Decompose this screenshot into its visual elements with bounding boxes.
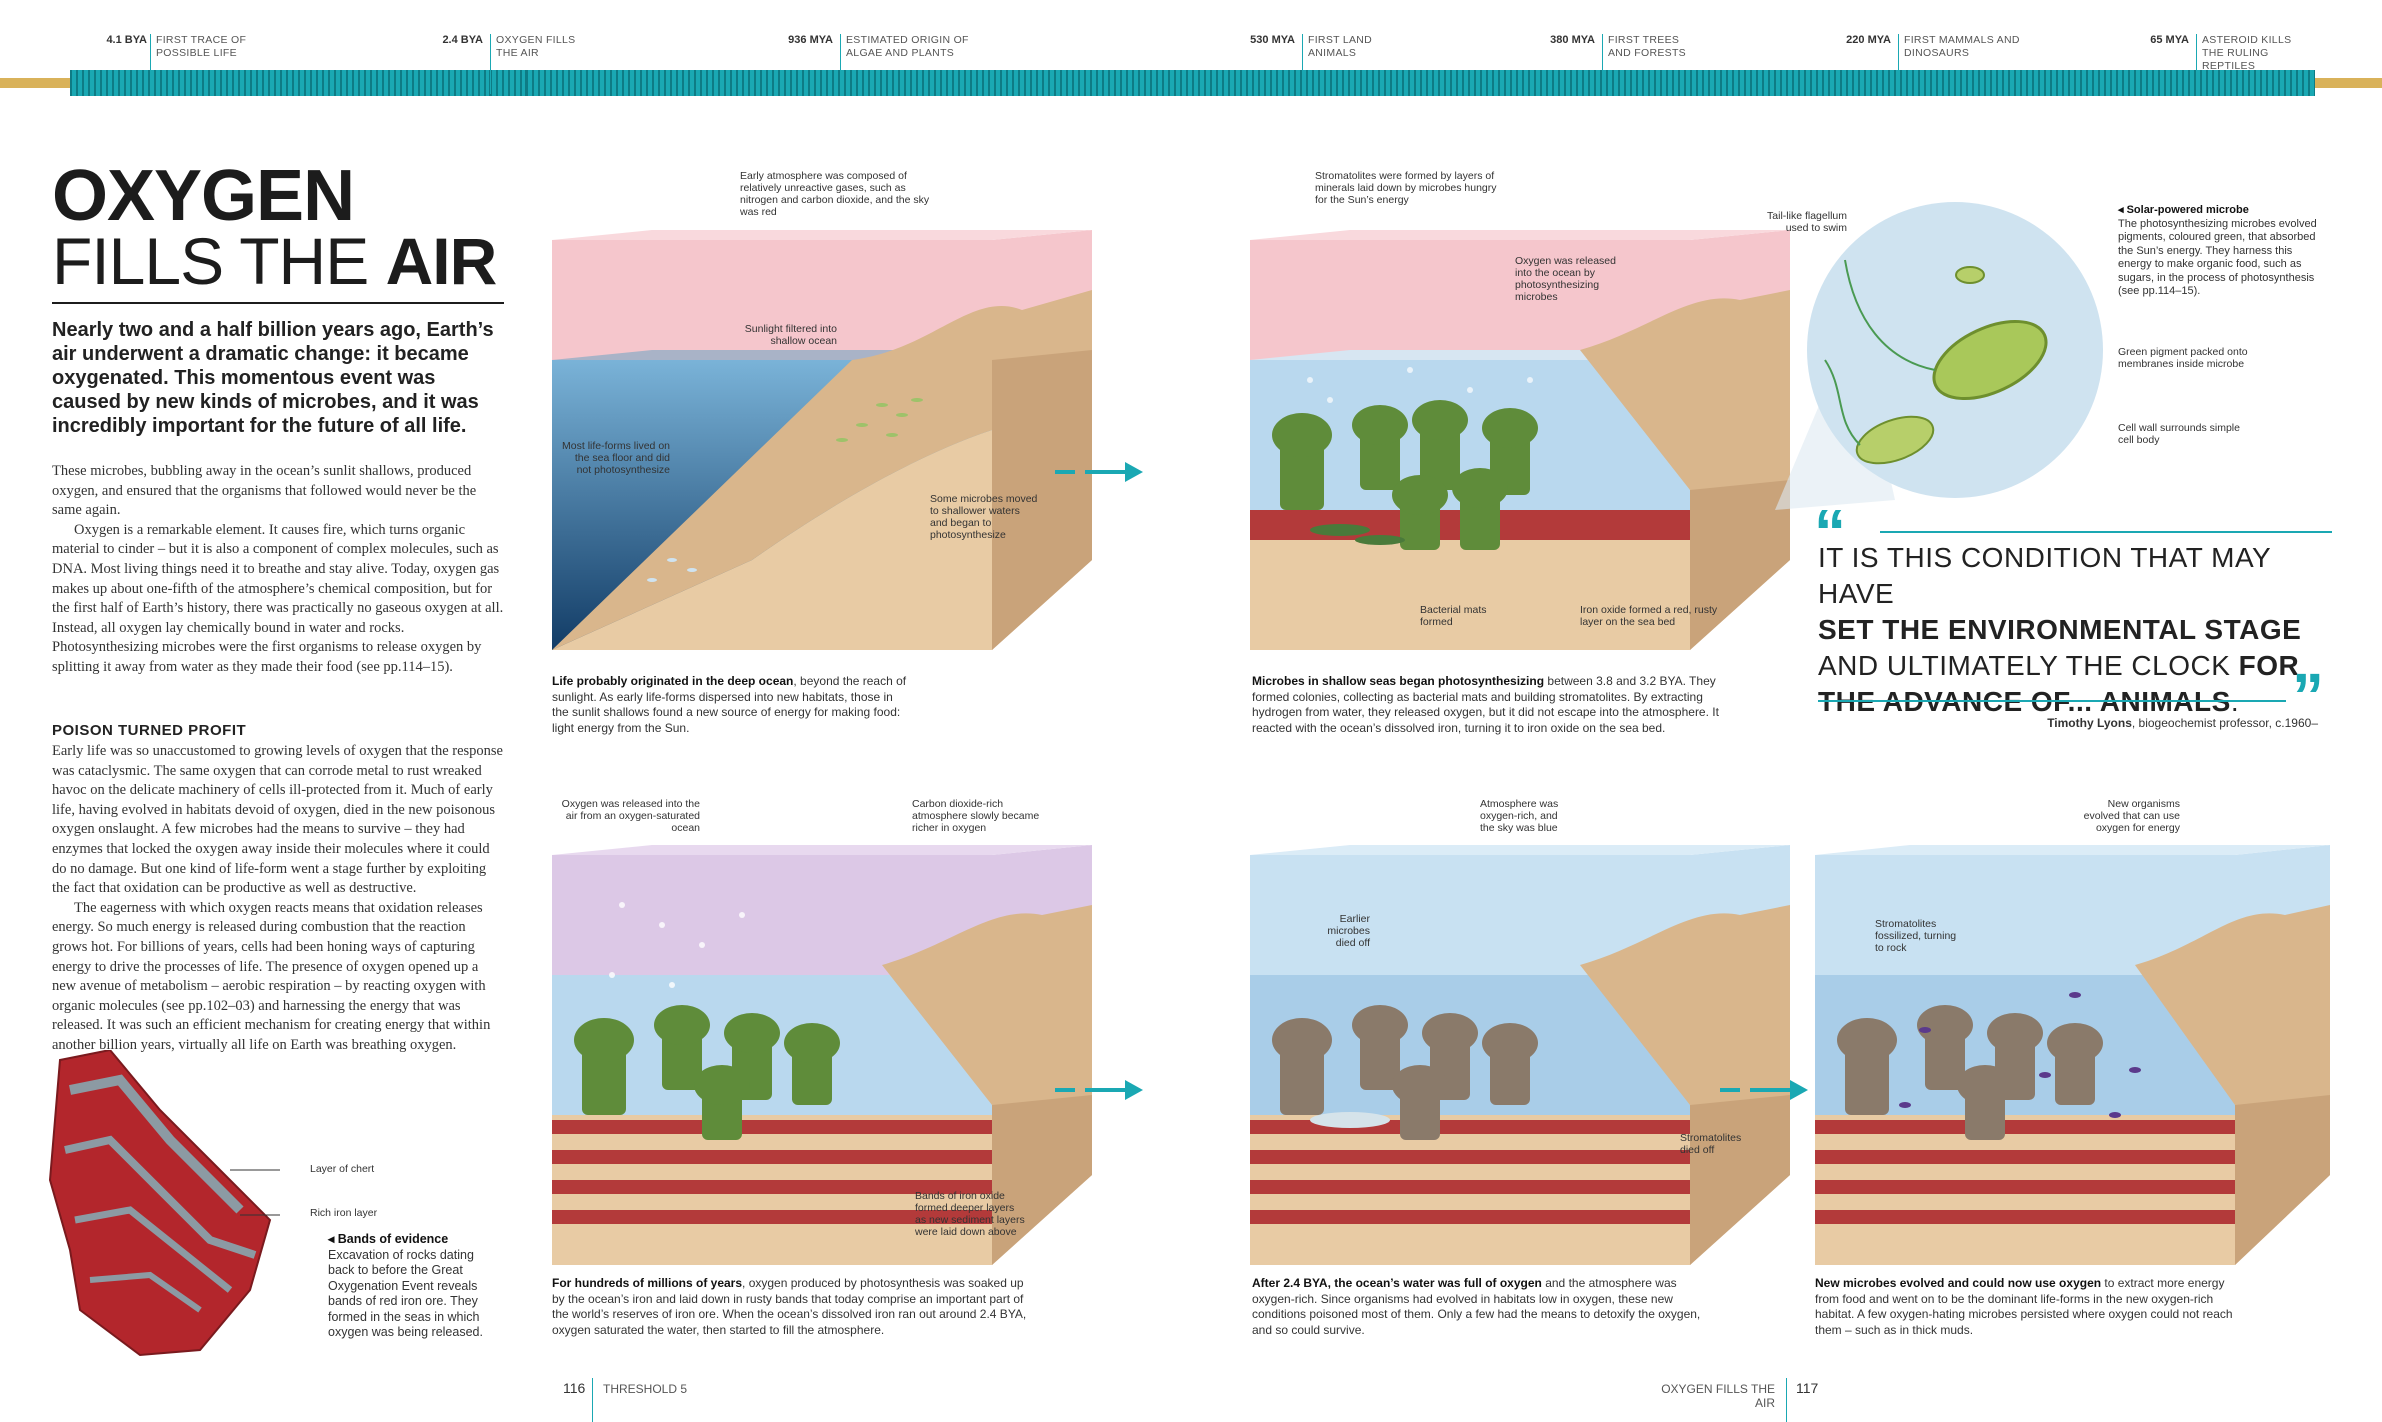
quote-span: FOR <box>2238 650 2300 681</box>
body-paragraph: These microbes, bubbling away in the oce… <box>52 463 477 519</box>
caption-bold: New microbes evolved and could now use o… <box>1815 1276 2102 1290</box>
timeline-tick <box>1602 34 1603 94</box>
timeline-tick <box>150 34 151 94</box>
panel5-caption: New microbes evolved and could now use o… <box>1815 1276 2235 1338</box>
timeline-bar <box>0 70 2382 96</box>
timeline-label: FIRST LAND ANIMALS <box>1308 34 1373 59</box>
quote-line: IT IS THIS CONDITION THAT MAY HAVE <box>1818 542 2271 609</box>
page-title-line2: FILLS THE AIR <box>52 228 497 294</box>
timeline-date: 936 MYA <box>788 34 833 46</box>
panel5-ann-fossil: Stromatolites fossilized, turning to roc… <box>1875 918 1957 954</box>
arrow-right-icon <box>1055 462 1143 482</box>
microbe-caption: ◂ Solar-powered microbe The photosynthes… <box>2118 204 2328 299</box>
panel1-ann-deep: Most life-forms lived on the sea floor a… <box>562 440 670 476</box>
body-paragraph: The eagerness with which oxygen reacts m… <box>52 899 491 1053</box>
caption-bold: Microbes in shallow seas began photosynt… <box>1252 674 1545 688</box>
arrow-right-icon <box>1055 1080 1143 1100</box>
panel4-ann-died: Earlier microbes died off <box>1327 913 1370 949</box>
quote-attribution: Timothy Lyons, biogeochemist professor, … <box>1818 716 2318 730</box>
timeline-label: ASTEROID KILLS THE RULING REPTILES <box>2202 34 2292 72</box>
panel2-caption: Microbes in shallow seas began photosynt… <box>1252 674 1742 736</box>
microbe-ann-wall: Cell wall surrounds simple cell body <box>2118 422 2240 446</box>
microbe-caption-text: The photosynthesizing microbes evolved p… <box>2118 217 2317 298</box>
timeline-date: 380 MYA <box>1550 34 1595 46</box>
title-bold: AIR <box>385 224 498 298</box>
microbe-ann-flagellum: Tail-like flagellum used to swim <box>1767 210 1847 234</box>
banded-iron-rock-illustration <box>48 1050 280 1357</box>
microbe-caption-title: ◂ Solar-powered microbe <box>2118 204 2249 216</box>
microbe-magnified-illustration <box>1775 202 2103 510</box>
panel1-caption: Life probably originated in the deep oce… <box>552 674 912 736</box>
quote-role: , biogeochemist professor, c.1960– <box>2131 716 2318 730</box>
rock-label-chert: Layer of chert <box>310 1163 375 1175</box>
quote-line: SET THE ENVIRONMENTAL STAGE <box>1818 614 2302 645</box>
footer-divider <box>1786 1378 1787 1422</box>
title-light: FILLS THE <box>52 224 386 298</box>
footer-section-left: THRESHOLD 5 <box>603 1382 688 1396</box>
page-title-line1: OXYGEN <box>52 156 355 236</box>
timeline-tick <box>840 34 841 94</box>
panel2-ann-stromatolites: Stromatolites were formed by layers of m… <box>1315 170 1497 206</box>
page-number-right: 117 <box>1796 1380 1819 1396</box>
microbe-ann-pigment: Green pigment packed onto membranes insi… <box>2118 346 2248 370</box>
body-text-2: Early life was so unaccustomed to growin… <box>52 742 504 1056</box>
timeline-date: 65 MYA <box>2150 34 2189 46</box>
panel1-ann-sunlight: Sunlight filtered into shallow ocean <box>744 323 837 347</box>
timeline-label: ESTIMATED ORIGIN OF ALGAE AND PLANTS <box>846 34 969 59</box>
panel4-ann-sky: Atmosphere was oxygen-rich, and the sky … <box>1480 798 1559 834</box>
panel3-ann-bands: Bands of iron oxide formed deeper layers… <box>915 1190 1025 1238</box>
subheading: POISON TURNED PROFIT <box>52 722 247 739</box>
caption-bold: Life probably originated in the deep oce… <box>552 674 794 688</box>
panel2-ann-iron: Iron oxide formed a red, rusty layer on … <box>1580 604 1718 628</box>
panel3-ann-co2: Carbon dioxide-rich atmosphere slowly be… <box>912 798 1040 834</box>
quote-line: THE ADVANCE OF... ANIMALS. <box>1818 684 2338 720</box>
title-rule <box>52 302 504 304</box>
panel3-ann-air: Oxygen was released into the air from an… <box>561 798 700 834</box>
quote-rule-top <box>1880 531 2332 533</box>
page-number-left: 116 <box>563 1380 586 1396</box>
quote-span: AND ULTIMATELY THE CLOCK <box>1818 650 2239 681</box>
timeline-tick <box>490 34 491 94</box>
panel4-ann-stromatolites: Stromatolites died off <box>1680 1132 1742 1156</box>
panel2-ann-oxygen: Oxygen was released into the ocean by ph… <box>1515 255 1616 303</box>
rock-caption-text: Excavation of rocks dating back to befor… <box>328 1247 483 1340</box>
quote-line: AND ULTIMATELY THE CLOCK FOR <box>1818 648 2338 684</box>
body-paragraph: Early life was so unaccustomed to growin… <box>52 743 503 897</box>
body-text-1: These microbes, bubbling away in the oce… <box>52 462 504 678</box>
panel3-caption: For hundreds of millions of years, oxyge… <box>552 1276 1032 1338</box>
timeline-label: FIRST TRACE OF POSSIBLE LIFE <box>156 34 247 59</box>
rock-caption: ◂ Bands of evidence Excavation of rocks … <box>328 1232 488 1341</box>
panel5-diagram <box>1815 845 2330 1265</box>
panel1-ann-shallow: Some microbes moved to shallower waters … <box>930 493 1038 541</box>
arrow-right-icon <box>1720 1080 1808 1100</box>
intro-paragraph: Nearly two and a half billion years ago,… <box>52 319 494 437</box>
panel2-ann-mats: Bacterial mats formed <box>1420 604 1487 628</box>
caption-bold: After 2.4 BYA, the ocean’s water was ful… <box>1252 1276 1542 1290</box>
timeline-tick <box>2196 34 2197 94</box>
timeline-date: 530 MYA <box>1250 34 1295 46</box>
timeline-date: 4.1 BYA <box>106 34 147 46</box>
timeline-label: FIRST MAMMALS AND DINOSAURS <box>1904 34 2020 59</box>
caption-bold: For hundreds of millions of years <box>552 1276 743 1290</box>
timeline-date: 2.4 BYA <box>442 34 483 46</box>
timeline-tick <box>1302 34 1303 94</box>
quote-text: IT IS THIS CONDITION THAT MAY HAVE SET T… <box>1818 540 2338 720</box>
panel5-ann-new: New organisms evolved that can use oxyge… <box>2083 798 2180 834</box>
timeline-label: FIRST TREES AND FORESTS <box>1608 34 1686 59</box>
rock-caption-title: ◂ Bands of evidence <box>328 1232 449 1246</box>
footer-divider <box>592 1378 593 1422</box>
panel4-caption: After 2.4 BYA, the ocean’s water was ful… <box>1252 1276 1712 1338</box>
timeline-label: OXYGEN FILLS THE AIR <box>496 34 576 59</box>
rock-label-iron: Rich iron layer <box>310 1207 378 1219</box>
quote-author: Timothy Lyons <box>2047 716 2132 730</box>
timeline-tick <box>1898 34 1899 94</box>
footer-section-right: OXYGEN FILLS THE AIR <box>1661 1382 1775 1410</box>
panel4-diagram <box>1250 845 1790 1265</box>
timeline-date: 220 MYA <box>1846 34 1891 46</box>
body-paragraph: Oxygen is a remarkable element. It cause… <box>52 521 504 675</box>
quote-rule-bottom <box>1818 700 2286 702</box>
panel1-ann-atmosphere: Early atmosphere was composed of relativ… <box>740 170 930 218</box>
